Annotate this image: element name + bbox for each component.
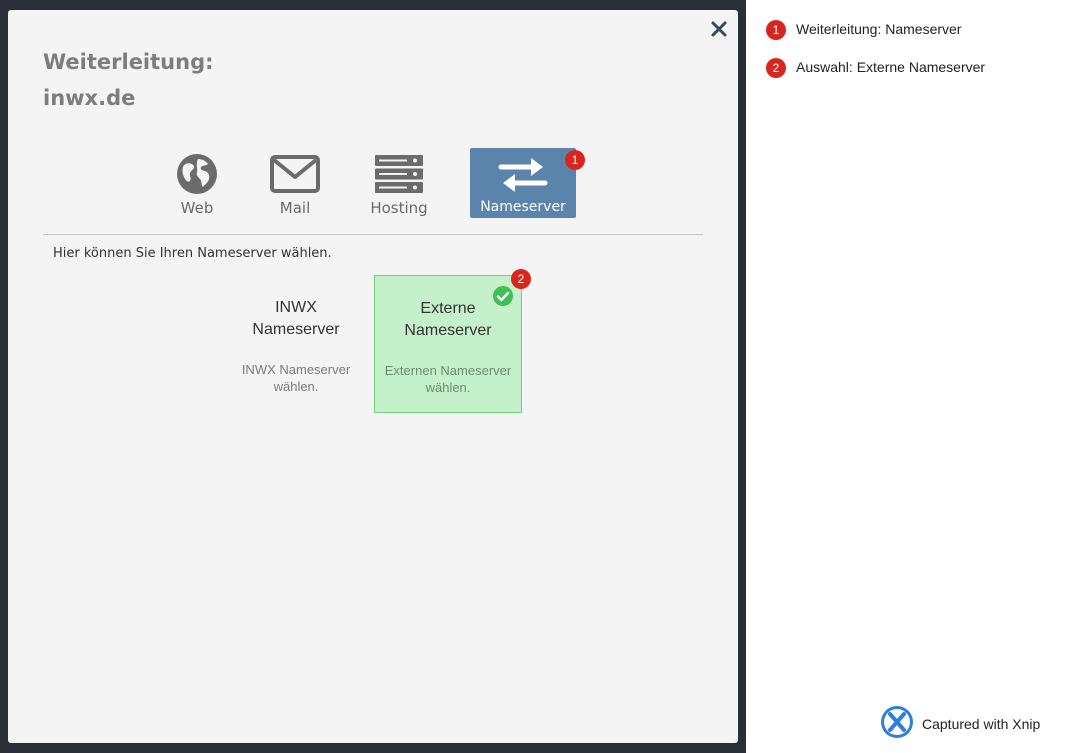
- modal-title: Weiterleitung:: [43, 50, 214, 74]
- option-title-text: INWX Nameserver: [252, 299, 340, 338]
- step-badge: 2: [511, 269, 531, 289]
- tab-label: Nameserver: [480, 199, 566, 215]
- tab-hosting[interactable]: Hosting: [346, 148, 452, 218]
- tab-web[interactable]: Web: [144, 148, 250, 218]
- annotation-text: Auswahl: Externe Nameserver: [796, 59, 986, 75]
- option-external-nameserver[interactable]: Externe Nameserver Externen Nameserver w…: [374, 269, 531, 413]
- option-desc-text: INWX Nameserver wählen.: [241, 362, 351, 394]
- envelope-icon: [270, 155, 320, 193]
- close-icon: [711, 21, 727, 37]
- annotation-text: Weiterleitung: Nameserver: [796, 21, 962, 37]
- check-circle-icon: [493, 286, 513, 306]
- option-inwx-nameserver[interactable]: INWX Nameserver INWX Nameserver wählen.: [222, 275, 370, 413]
- instruction-text: Hier können Sie Ihren Nameserver wählen.: [53, 246, 332, 261]
- forwarding-modal: Weiterleitung: inwx.de Web Mail Hosting …: [8, 10, 738, 743]
- option-description: Externen Nameserver wählen.: [375, 362, 521, 396]
- option-desc-text: Externen Nameserver wählen.: [384, 363, 512, 395]
- step-badge: 1: [565, 150, 585, 170]
- captured-text: Captured with Xnip: [922, 716, 1041, 732]
- option-title-text: Externe Nameserver: [404, 300, 492, 339]
- annotation-badge: 2: [766, 58, 786, 78]
- tab-label: Mail: [279, 199, 311, 217]
- server-icon: [375, 155, 423, 193]
- xnip-logo-icon: [881, 706, 913, 738]
- tab-label: Hosting: [370, 199, 428, 217]
- tab-mail[interactable]: Mail: [242, 148, 348, 218]
- tab-label: Web: [180, 199, 214, 217]
- tab-nameserver[interactable]: Nameserver 1: [470, 148, 585, 218]
- arrows-exchange-icon: [498, 158, 548, 192]
- option-title: INWX Nameserver: [222, 297, 370, 341]
- close-button[interactable]: [708, 18, 730, 40]
- globe-icon: [177, 154, 217, 194]
- option-description: INWX Nameserver wählen.: [222, 361, 370, 395]
- annotation-badge: 1: [766, 20, 786, 40]
- domain-name: inwx.de: [43, 86, 136, 110]
- divider: [43, 234, 703, 235]
